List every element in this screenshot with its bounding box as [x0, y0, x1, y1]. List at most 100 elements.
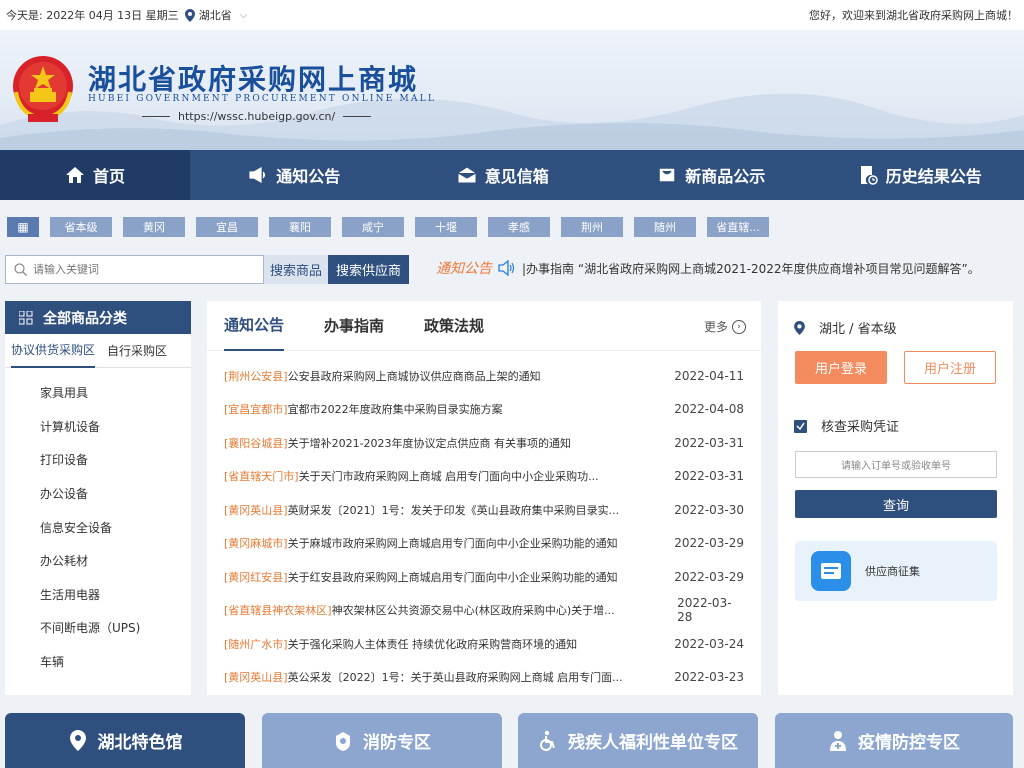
nav-item-mailbox[interactable]: 意见信箱: [399, 150, 608, 200]
notice-title: 关于麻城市政府采购网上商城启用专门面向中小企业采购功能的通知: [287, 537, 618, 551]
supplier-label: 供应商征集: [865, 565, 920, 578]
nav-label: 意见信箱: [484, 167, 549, 186]
notice-row[interactable]: [省直辖县神农架林区] 神农架林区公共资源交易中心(林区政府采购中心)关于增...…: [224, 594, 744, 628]
notice-row[interactable]: [宜昌宜都市] 宜都市2022年度政府集中采购目录实施方案 2022-04-08: [224, 393, 744, 427]
notice-source: [黄冈英山县]: [224, 503, 288, 517]
tab-policies[interactable]: 政策法规: [424, 301, 484, 351]
search-input[interactable]: [33, 263, 233, 276]
region-tag[interactable]: 十堰: [415, 217, 477, 237]
site-url-text: https://wssc.hubeigp.gov.cn/: [178, 110, 336, 123]
notice-title: 关于强化采购人主体责任 持续优化政府采购营商环境的通知: [287, 637, 578, 651]
tab-self-procurement[interactable]: 自行采购区: [107, 334, 167, 368]
notice-title: 关于天门市政府采购网上商城 启用专门面向中小企业采购功...: [298, 470, 599, 484]
notice-title: 英财采发〔2021〕1号：发关于印发《英山县政府集中采购目录实...: [287, 503, 620, 517]
tile-fire-safety[interactable]: 消防专区: [262, 713, 502, 768]
user-side-panel: 湖北 / 省本级 用户登录 用户注册 核查采购凭证 请输入订单号或验收单号 查询…: [778, 301, 1013, 695]
supplier-recruit-card[interactable]: 供应商征集: [795, 541, 997, 601]
category-title: 全部商品分类: [43, 310, 127, 327]
tab-guides[interactable]: 办事指南: [324, 301, 384, 351]
login-button[interactable]: 用户登录: [795, 351, 887, 384]
grid-menu-button[interactable]: ▦: [7, 217, 39, 237]
region-indicator[interactable]: 湖北 / 省本级: [794, 318, 897, 337]
search-box: [5, 255, 264, 284]
medical-staff-icon: [830, 730, 846, 751]
search-goods-button[interactable]: 搜索商品: [264, 255, 328, 284]
region-tag[interactable]: 随州: [634, 217, 696, 237]
mail-icon: [457, 166, 477, 184]
site-title: 湖北省政府采购网上商城: [88, 63, 419, 96]
notice-date: 2022-03-23: [674, 670, 744, 685]
location-label: 湖北省: [198, 9, 232, 22]
verify-header: 核查采购凭证: [794, 416, 899, 435]
nav-label: 首页: [92, 167, 125, 186]
tile-label: 疫情防控专区: [858, 733, 960, 753]
nav-label: 历史结果公告: [885, 167, 982, 186]
notice-row[interactable]: [荆州公安县] 公安县政府采购网上商城协议供应商商品上架的通知 2022-04-11: [224, 359, 744, 393]
notice-ticker[interactable]: 通知公告 |办事指南 “湖北省政府采购网上商城2021-2022年度供应商增补项…: [436, 258, 980, 278]
region-tag[interactable]: 襄阳: [269, 217, 331, 237]
notice-tabs: 通知公告 办事指南 政策法规 更多 ›: [207, 301, 761, 351]
search-icon: [14, 263, 27, 276]
category-item[interactable]: 计算机设备: [40, 410, 191, 444]
nav-item-home[interactable]: 首页: [0, 150, 190, 200]
category-item[interactable]: 不间断电源（UPS): [40, 611, 191, 645]
notice-row[interactable]: [黄冈红安县] 关于红安县政府采购网上商城启用专门面向中小企业采购功能的通知 202…: [224, 560, 744, 594]
nav-item-new-goods[interactable]: 新商品公示: [607, 150, 816, 200]
category-item[interactable]: 车辆: [40, 645, 191, 679]
notice-row[interactable]: [黄冈英山县] 英公采发〔2022〕1号：关于英山县政府采购网上商城 启用专门面.…: [224, 661, 744, 695]
cart-icon: [658, 167, 676, 183]
category-item[interactable]: 信息安全设备: [40, 510, 191, 544]
more-link[interactable]: 更多 ›: [704, 318, 746, 335]
site-url: https://wssc.hubeigp.gov.cn/: [142, 110, 372, 123]
tile-disability-welfare[interactable]: 残疾人福利性单位专区: [518, 713, 758, 768]
category-item[interactable]: 生活用电器: [40, 578, 191, 612]
notice-source: [宜昌宜都市]: [224, 403, 288, 417]
notice-title: 宜都市2022年度政府集中采购目录实施方案: [287, 403, 503, 417]
notice-date: 2022-03-31: [674, 469, 744, 484]
tile-epidemic-prevention[interactable]: 疫情防控专区: [775, 713, 1013, 768]
query-button[interactable]: 查询: [795, 490, 997, 518]
location-selector[interactable]: 湖北省 ⌵: [184, 7, 247, 23]
tab-agreement-procurement[interactable]: 协议供货采购区: [11, 334, 96, 368]
region-tag[interactable]: 省直辖...: [707, 217, 769, 237]
category-item[interactable]: 办公耗材: [40, 544, 191, 578]
nav-item-notices[interactable]: 通知公告: [190, 150, 399, 200]
notice-title: 关于红安县政府采购网上商城启用专门面向中小企业采购功能的通知: [287, 570, 618, 584]
home-icon: [65, 167, 84, 183]
notice-row[interactable]: [襄阳谷城县] 关于增补2021-2023年度协议定点供应商 有关事项的通知 202…: [224, 426, 744, 460]
category-item[interactable]: 打印设备: [40, 443, 191, 477]
notice-row[interactable]: [黄冈麻城市] 关于麻城市政府采购网上商城启用专门面向中小企业采购功能的通知 202…: [224, 527, 744, 561]
region-tag[interactable]: 荆州: [561, 217, 623, 237]
category-item[interactable]: 家具用具: [40, 376, 191, 410]
register-button[interactable]: 用户注册: [904, 351, 996, 384]
tile-hubei-specialty[interactable]: 湖北特色馆: [5, 713, 245, 768]
welcome-text: 您好，欢迎来到湖北省政府采购网上商城！: [809, 9, 1018, 22]
notice-date: 2022-04-11: [674, 368, 744, 383]
order-number-input[interactable]: 请输入订单号或验收单号: [795, 451, 997, 478]
region-tag[interactable]: 黄冈: [123, 217, 185, 237]
chevron-right-icon: ›: [732, 319, 746, 334]
notice-date: 2022-03-28: [677, 596, 732, 625]
notice-date: 2022-04-08: [674, 402, 744, 417]
wheelchair-icon: [540, 730, 555, 751]
national-emblem-icon: [13, 56, 73, 122]
fire-helmet-icon: [336, 731, 350, 751]
location-pin-icon: [184, 8, 195, 22]
region-tag[interactable]: 省本级: [50, 217, 112, 237]
notice-title: 神农架林区公共资源交易中心(林区政府采购中心)关于增...: [331, 604, 615, 618]
tab-notices[interactable]: 通知公告: [224, 301, 285, 351]
region-tag[interactable]: 咸宁: [342, 217, 404, 237]
region-tag[interactable]: 宜昌: [196, 217, 258, 237]
nav-item-history[interactable]: 历史结果公告: [816, 150, 1024, 200]
notice-date: 2022-03-29: [674, 536, 744, 551]
notice-tag: 通知公告: [436, 261, 492, 277]
main-nav: 首页 通知公告 意见信箱 新商品公示 历史结果公告: [0, 150, 1024, 200]
category-panel: 全部商品分类 协议供货采购区 自行采购区 家具用具 计算机设备 打印设备 办公设…: [5, 301, 191, 695]
notice-row[interactable]: [黄冈英山县] 英财采发〔2021〕1号：发关于印发《英山县政府集中采购目录实..…: [224, 493, 744, 527]
category-item[interactable]: 办公设备: [40, 477, 191, 511]
search-supplier-button[interactable]: 搜索供应商: [328, 255, 409, 284]
notice-row[interactable]: [随州广水市] 关于强化采购人主体责任 持续优化政府采购营商环境的通知 2022-0…: [224, 627, 744, 661]
notice-row[interactable]: [省直辖天门市] 关于天门市政府采购网上商城 启用专门面向中小企业采购功... 20…: [224, 460, 744, 494]
region-tag[interactable]: 孝感: [488, 217, 550, 237]
notice-date: 2022-03-31: [674, 435, 744, 450]
